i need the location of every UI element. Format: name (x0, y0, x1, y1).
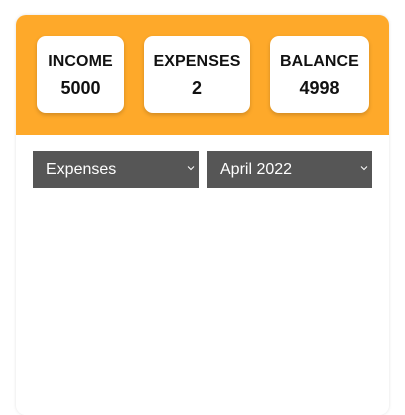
income-stat: INCOME 5000 (37, 36, 124, 113)
month-select-value: April 2022 (220, 161, 293, 178)
expenses-value: 2 (191, 78, 202, 98)
chevron-down-icon (187, 164, 195, 172)
chevron-down-icon (360, 164, 368, 172)
expenses-label: EXPENSES (153, 53, 241, 70)
balance-value: 4998 (299, 78, 340, 98)
expenses-stat: EXPENSES 2 (144, 36, 250, 113)
income-value: 5000 (60, 78, 101, 98)
balance-stat: BALANCE 4998 (270, 36, 369, 113)
type-select-value: Expenses (46, 161, 117, 178)
month-select[interactable]: April 2022 (207, 151, 372, 188)
income-label: INCOME (48, 53, 113, 70)
budget-card: INCOME 5000 EXPENSES 2 BALANCE 4998 Expe… (16, 15, 389, 415)
balance-label: BALANCE (280, 53, 359, 70)
transactions-area: Expenses April 2022 (16, 135, 389, 415)
summary-bar: INCOME 5000 EXPENSES 2 BALANCE 4998 (16, 15, 389, 135)
type-select[interactable]: Expenses (33, 151, 199, 188)
